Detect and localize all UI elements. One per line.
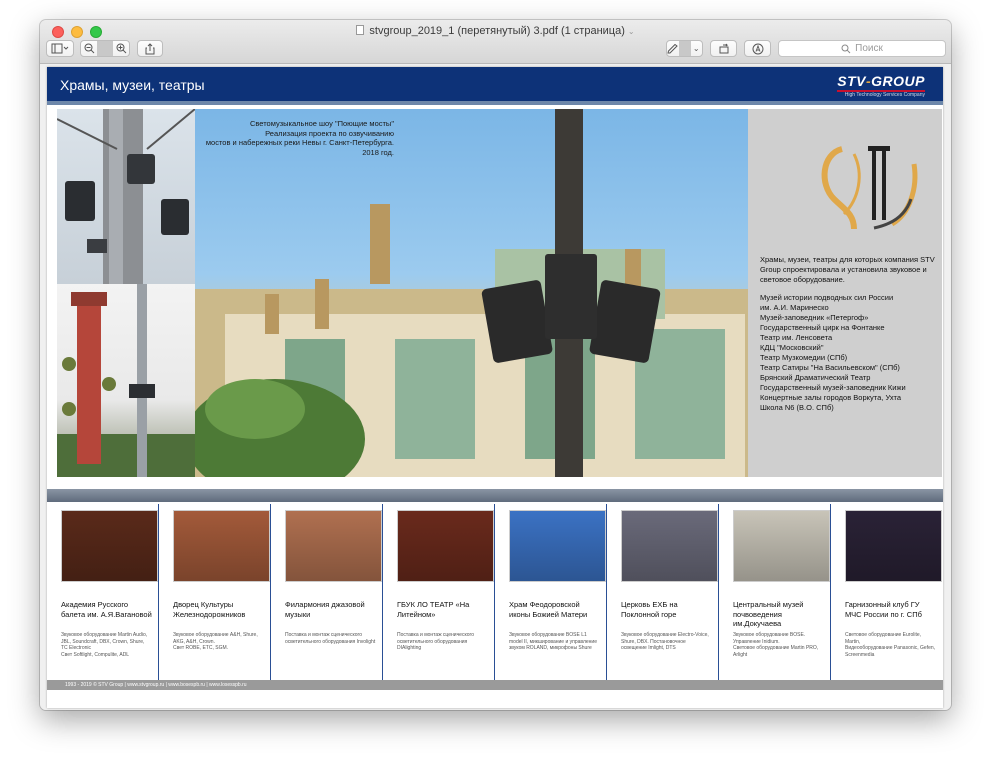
venue-card: Гарнизонный клуб ГУ МЧС России по г. СПб… (831, 504, 943, 680)
rotate-icon (719, 43, 728, 54)
zoom-in-icon (116, 43, 126, 54)
search-input[interactable]: Поиск (778, 40, 946, 57)
speakers-on-pole-photo (57, 109, 195, 284)
document-icon (356, 25, 365, 35)
hero-section: Светомузыкальное шоу "Поющие мосты" Реал… (57, 109, 942, 477)
list-item: Концертные залы городов Воркута, Ухта (760, 393, 902, 402)
page-title: Храмы, музеи, театры (60, 77, 205, 93)
window-title-text: stvgroup_2019_1 (перетянутый) 3.pdf (1 с… (369, 25, 625, 37)
annotate-button[interactable] (744, 40, 771, 57)
venue-card: Церковь ЕХБ на Поклонной горе Звуковое об… (607, 504, 719, 680)
list-item: Театр Сатиры "На Васильевском" (СПб) (760, 363, 900, 372)
list-item: им. А.И. Маринеско (760, 303, 829, 312)
chevron-down-icon: ⌄ (692, 44, 700, 53)
stv-group-logo: STV-GROUP High Technology Services Compa… (837, 73, 925, 98)
list-item: Школа N6 (В.О. СПб) (760, 403, 834, 412)
venue-photo (733, 510, 830, 582)
sidebar-icon (51, 43, 69, 54)
venue-card: Храм Феодоровской иконы Божией Матери Зву… (495, 504, 607, 680)
markup-button[interactable]: ⌄ (666, 40, 703, 57)
venue-description: Звуковое оборудование BOSE L1 model II, … (509, 632, 597, 651)
venue-photo (621, 510, 718, 582)
venue-title: Гарнизонный клуб ГУ МЧС России по г. СПб (845, 600, 922, 619)
window-title[interactable]: stvgroup_2019_1 (перетянутый) 3.pdf (1 с… (40, 25, 951, 37)
list-item: Брянский Драматический Театр (760, 373, 871, 382)
search-icon (841, 44, 851, 53)
projects-list: Музей истории подводных сил России им. А… (760, 293, 938, 413)
zoom-controls (80, 40, 130, 57)
zoom-out-icon (84, 43, 94, 54)
venue-description: Поставка и монтаж сценического осветител… (285, 632, 376, 645)
venue-description: Световое оборудование Eurolite, Martin, … (845, 632, 936, 658)
list-item: Театр им. Ленсовета (760, 333, 833, 342)
page-footer: 1993 - 2019 © STV Group | www.stvgroup.r… (47, 680, 943, 690)
venue-title: Дворец Культуры Железнодорожников (173, 600, 246, 619)
page-header: Храмы, музеи, театры STV-GROUP High Tech… (47, 67, 943, 105)
share-button[interactable] (137, 40, 163, 57)
list-item: Музей истории подводных сил России (760, 293, 894, 302)
zoom-in-button[interactable] (113, 41, 129, 56)
right-panel-intro: Храмы, музеи, театры для которых компани… (760, 255, 935, 284)
document-view[interactable]: Храмы, музеи, театры STV-GROUP High Tech… (40, 64, 951, 710)
venue-card: ГБУК ЛО ТЕАТР «На Литейном» Поставка и мо… (383, 504, 495, 680)
venue-description: Звуковое оборудование Electro-Voice, Shu… (621, 632, 709, 651)
sidebar-toggle-button[interactable] (46, 40, 74, 57)
venue-description: Звуковое оборудование A&H, Shure, AKG, A… (173, 632, 258, 651)
search-placeholder: Поиск (855, 43, 883, 54)
list-item: Государственный музей-заповедник Кижи (760, 383, 906, 392)
list-item: Театр Музкомедии (СПб) (760, 353, 848, 362)
venue-photo (845, 510, 942, 582)
hermitage-speaker-photo: Светомузыкальное шоу "Поющие мосты" Реал… (195, 109, 748, 477)
venue-photo (173, 510, 270, 582)
share-icon (145, 42, 155, 54)
venue-photo (397, 510, 494, 582)
venue-title: Филармония джазовой музыки (285, 600, 365, 619)
venue-title: Академия Русского балета им. А.Я.Ваганов… (61, 600, 152, 619)
venue-description: Звуковое оборудование BOSE. Управление I… (733, 632, 819, 658)
title-bar: stvgroup_2019_1 (перетянутый) 3.pdf (1 с… (40, 20, 951, 64)
venue-card: Филармония джазовой музыки Поставка и мон… (271, 504, 383, 680)
pen-icon (667, 41, 679, 56)
list-item: Государственный цирк на Фонтанке (760, 323, 885, 332)
venue-card: Центральный музей почвоведения им.Докуча… (719, 504, 831, 680)
venue-cards: Академия Русского балета им. А.Я.Ваганов… (47, 504, 943, 680)
venue-photo (285, 510, 382, 582)
venue-photo (509, 510, 606, 582)
rotate-button[interactable] (710, 40, 737, 57)
hero-caption: Светомузыкальное шоу "Поющие мосты" Реал… (205, 119, 394, 157)
preview-window: stvgroup_2019_1 (перетянутый) 3.pdf (1 с… (40, 20, 951, 710)
list-item: КДЦ "Московский" (760, 343, 824, 352)
venue-card: Дворец Культуры Железнодорожников Звуково… (159, 504, 271, 680)
pdf-page: Храмы, музеи, театры STV-GROUP High Tech… (47, 67, 943, 708)
list-item: Музей-заповедник «Петергоф» (760, 313, 869, 322)
venue-description: Поставка и монтаж сценического осветител… (397, 632, 474, 651)
right-info-panel: Храмы, музеи, театры для которых компани… (748, 109, 942, 477)
venue-photo (61, 510, 158, 582)
section-divider (47, 489, 943, 502)
venue-title: Храм Феодоровской иконы Божией Матери (509, 600, 588, 619)
venue-description: Звуковое оборудование Martin Audio, JBL,… (61, 632, 148, 658)
venue-title: Церковь ЕХБ на Поклонной горе (621, 600, 678, 619)
venue-title: Центральный музей почвоведения им.Докуча… (733, 600, 804, 628)
chevron-down-icon: ⌄ (627, 27, 635, 36)
annotation-icon (752, 43, 763, 54)
zoom-out-button[interactable] (81, 41, 97, 56)
venue-card: Академия Русского балета им. А.Я.Ваганов… (47, 504, 159, 680)
rostral-column-photo (57, 284, 195, 477)
venue-title: ГБУК ЛО ТЕАТР «На Литейном» (397, 600, 470, 619)
lyre-icon (821, 146, 918, 230)
